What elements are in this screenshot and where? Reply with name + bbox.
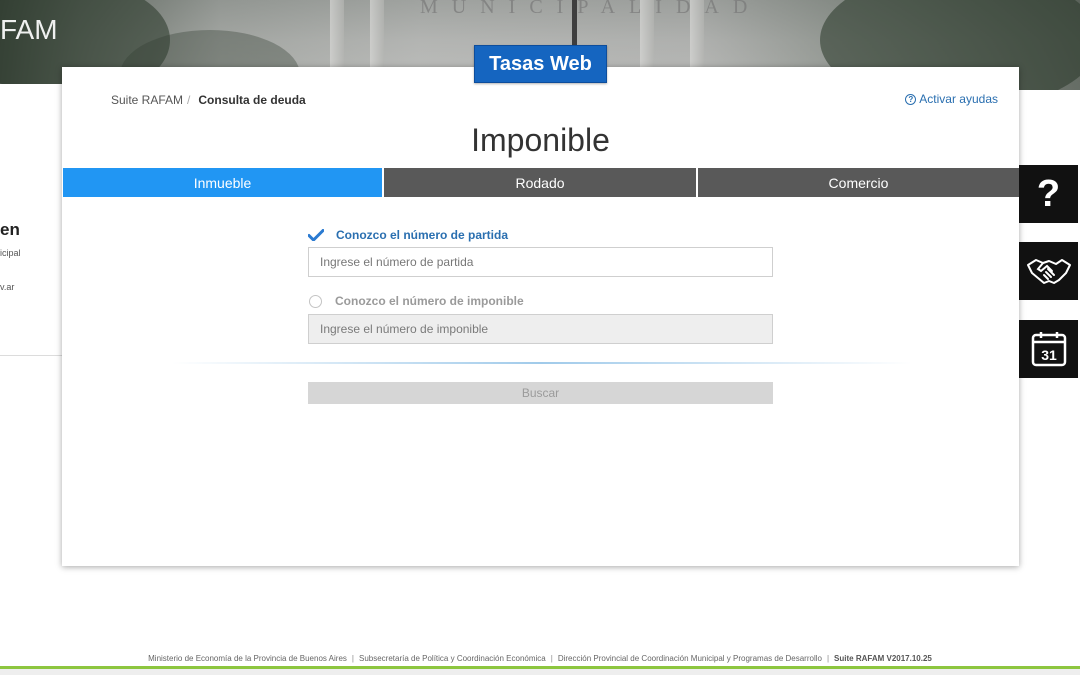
calendar-icon: 31 [1031, 332, 1066, 367]
option-partida-label: Conozco el número de partida [336, 228, 509, 242]
calendar-tool-button[interactable]: 31 [1019, 320, 1078, 378]
question-circle-icon: ? [905, 93, 917, 105]
footer-separator: | [826, 653, 830, 663]
option-imponible-label: Conozco el número de imponible [335, 294, 524, 308]
breadcrumb-root-link[interactable]: Suite RAFAM [111, 93, 183, 107]
side-panel: en icipal v.ar [0, 84, 70, 356]
imponible-input[interactable] [308, 314, 773, 344]
search-form: Conozco el número de partida Conozco el … [308, 227, 773, 344]
option-imponible[interactable]: Conozco el número de imponible [308, 293, 773, 309]
breadcrumb-separator: / [187, 93, 191, 107]
main-card: Suite RAFAM / Consulta de deuda ? Activa… [62, 67, 1019, 566]
breadcrumb-current: Consulta de deuda [198, 93, 306, 107]
option-partida[interactable]: Conozco el número de partida [308, 227, 773, 243]
radio-icon[interactable] [309, 294, 322, 308]
activate-help-link[interactable]: ? Activar ayudas [905, 92, 998, 106]
partida-input[interactable] [308, 247, 773, 277]
question-mark-icon: ? [1036, 173, 1061, 215]
footer-strip [0, 669, 1080, 675]
search-button[interactable]: Buscar [308, 382, 773, 404]
footer-separator: | [351, 653, 354, 663]
help-tool-button[interactable]: ? [1019, 165, 1078, 223]
side-panel-text: icipal [0, 248, 21, 258]
handshake-tool-button[interactable] [1019, 242, 1078, 300]
footer-separator: | [550, 653, 553, 663]
tab-comercio[interactable]: Comercio [698, 168, 1019, 197]
app-title-badge: Tasas Web [474, 45, 607, 83]
footer-version: Suite RAFAM V2017.10.25 [834, 653, 932, 663]
section-divider [172, 362, 912, 364]
checkmark-icon [308, 229, 324, 241]
footer-item: Subsecretaría de Política y Coordinación… [358, 653, 546, 663]
calendar-day: 31 [1041, 347, 1057, 363]
footer: Ministerio de Economía de la Provincia d… [0, 650, 1080, 666]
page-title: Imponible [471, 122, 610, 158]
tab-inmueble[interactable]: Inmueble [63, 168, 382, 197]
handshake-icon [1026, 259, 1071, 284]
building-inscription: MUNICIPALIDAD [420, 0, 762, 18]
side-panel-title: en [0, 220, 20, 239]
footer-item: Ministerio de Economía de la Provincia d… [148, 653, 347, 663]
activate-help-label: Activar ayudas [919, 92, 998, 106]
tab-bar: Inmueble Rodado Comercio [63, 168, 1019, 197]
breadcrumb: Suite RAFAM / Consulta de deuda [111, 93, 306, 107]
tab-rodado[interactable]: Rodado [384, 168, 696, 197]
footer-item: Dirección Provincial de Coordinación Mun… [557, 653, 822, 663]
brand-logo-text: FAM [0, 14, 58, 45]
side-panel-link[interactable]: v.ar [0, 282, 14, 292]
